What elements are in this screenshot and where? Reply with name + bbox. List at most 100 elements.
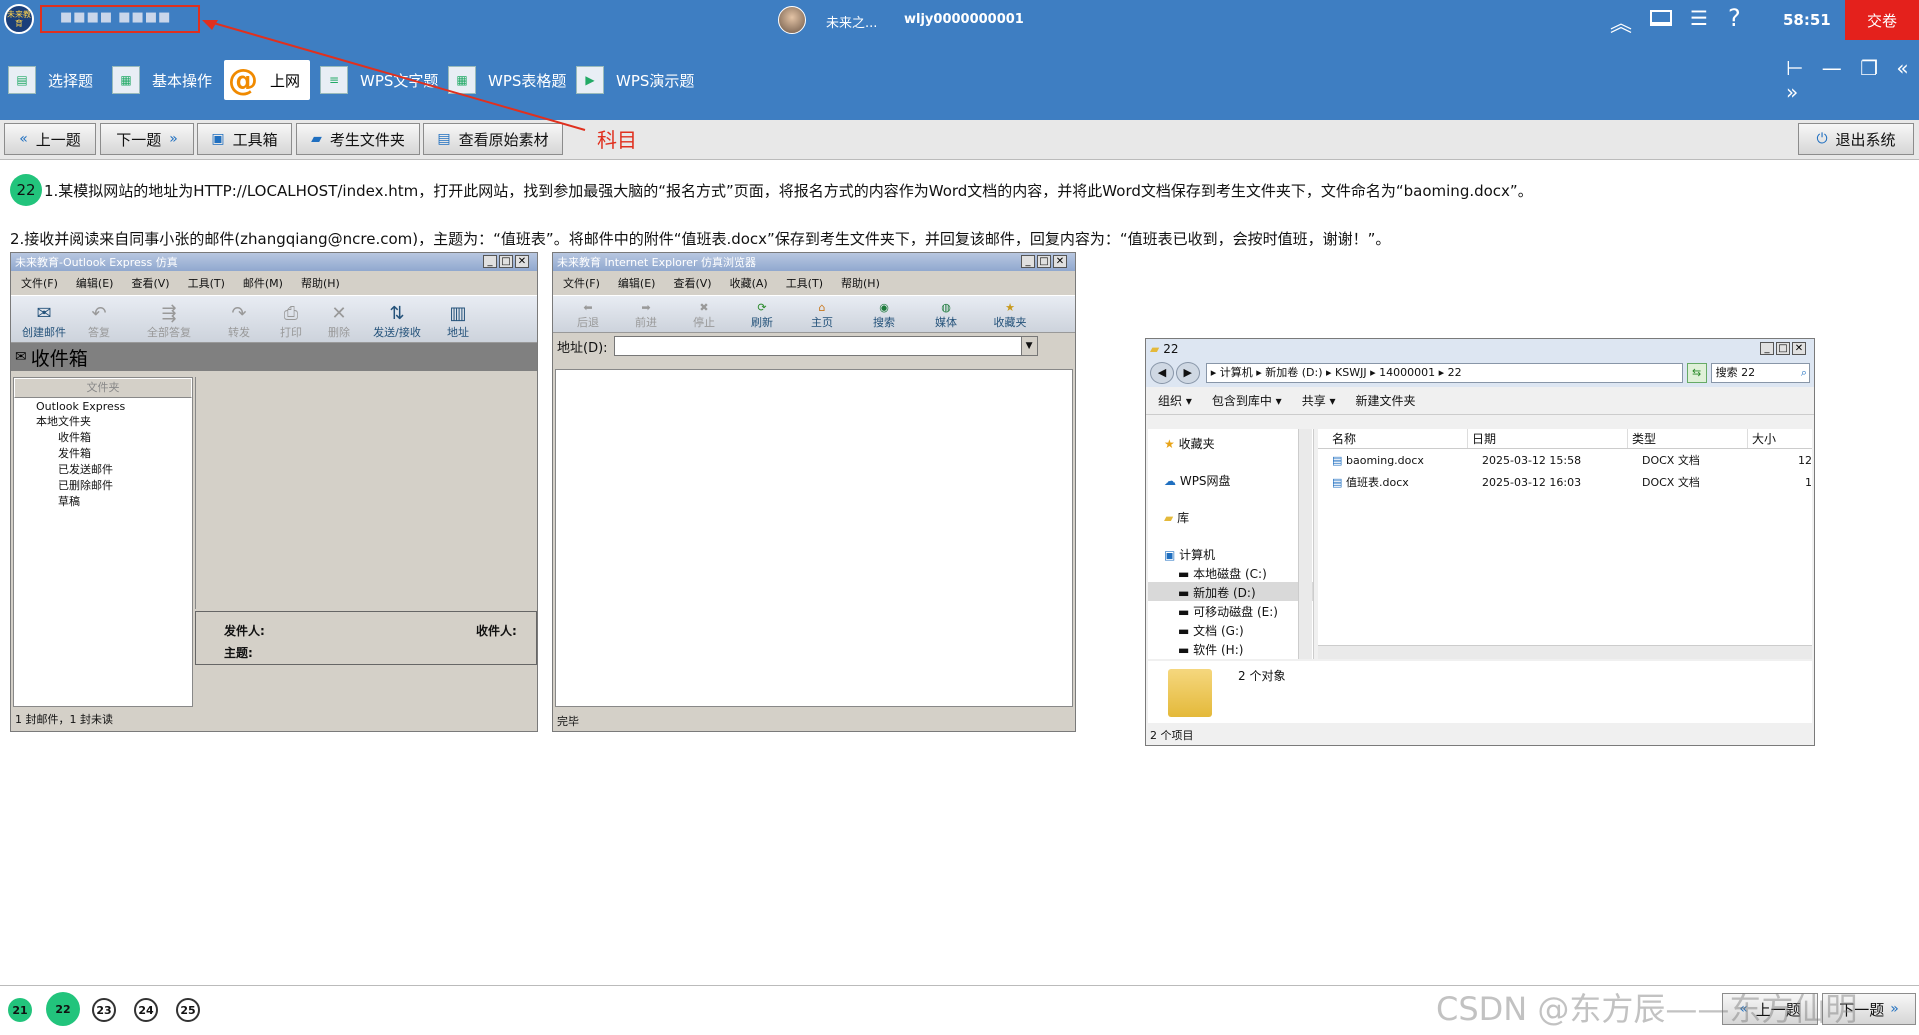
- nav-wps-cloud[interactable]: ☁ WPS网盘: [1148, 452, 1313, 489]
- computer-icon: ▣: [1164, 548, 1176, 562]
- tree-drafts[interactable]: 草稿: [14, 493, 192, 509]
- menu-help[interactable]: 帮助(H): [301, 275, 340, 291]
- file-row[interactable]: ▤ 值班表.docx 2025-03-12 16:03 DOCX 文档 1: [1318, 471, 1812, 493]
- share-button[interactable]: 共享 ▾: [1302, 392, 1336, 409]
- refresh-button[interactable]: ⟳ 刷新: [733, 301, 791, 330]
- organize-button[interactable]: 组织 ▾: [1158, 392, 1192, 409]
- question-nav-23[interactable]: 23: [92, 998, 116, 1022]
- address-book-button[interactable]: ▥ 地址: [433, 303, 483, 340]
- list-icon[interactable]: ☰: [1690, 6, 1708, 30]
- path-field[interactable]: ▸ 计算机 ▸ 新加卷 (D:) ▸ KSWJJ ▸ 14000001 ▸ 22: [1205, 363, 1683, 383]
- menu-tools[interactable]: 工具(T): [188, 275, 225, 291]
- column-name[interactable]: 名称: [1318, 429, 1468, 448]
- tree-inbox[interactable]: 收件箱: [14, 429, 192, 445]
- nav-drive-h-label: 软件 (H:): [1193, 643, 1244, 657]
- menu-favorites[interactable]: 收藏(A): [730, 275, 768, 291]
- menu-tools[interactable]: 工具(T): [786, 275, 823, 291]
- tree-local-folders[interactable]: 本地文件夹: [14, 413, 192, 429]
- menu-view[interactable]: 查看(V): [131, 275, 169, 291]
- minimize-button[interactable]: _: [1021, 255, 1035, 268]
- question-nav-25[interactable]: 25: [176, 998, 200, 1022]
- nav-favorites[interactable]: ★ 收藏夹: [1148, 429, 1313, 452]
- question-nav-21[interactable]: 21: [8, 998, 32, 1022]
- forward-button[interactable]: ➡ 前进: [617, 301, 675, 330]
- horizontal-scrollbar[interactable]: [1318, 645, 1812, 659]
- close-button[interactable]: ✕: [515, 255, 529, 268]
- nav-drive-c[interactable]: ▬ 本地磁盘 (C:): [1148, 563, 1313, 582]
- nav-drive-g[interactable]: ▬ 文档 (G:): [1148, 620, 1313, 639]
- media-button[interactable]: ◍ 媒体: [915, 301, 977, 330]
- search-button[interactable]: ◉ 搜索: [853, 301, 915, 330]
- address-input[interactable]: ▼: [613, 336, 1038, 356]
- message-list: [195, 377, 537, 609]
- question-number-badge: 22: [10, 174, 42, 206]
- question-nav-22[interactable]: 22: [46, 992, 80, 1026]
- column-size[interactable]: 大小: [1748, 429, 1808, 448]
- tree-outbox[interactable]: 发件箱: [14, 445, 192, 461]
- docx-icon: ▤: [1332, 475, 1343, 489]
- file-list-header: 名称 日期 类型 大小: [1318, 429, 1812, 449]
- collapse-icon[interactable]: ︽: [1610, 6, 1632, 38]
- column-type[interactable]: 类型: [1628, 429, 1748, 448]
- nav-drive-d[interactable]: ▬ 新加卷 (D:): [1148, 582, 1313, 601]
- favorites-button[interactable]: ★ 收藏夹: [977, 301, 1043, 330]
- menu-help[interactable]: 帮助(H): [841, 275, 880, 291]
- close-button[interactable]: ✕: [1053, 255, 1067, 268]
- nav-scrollbar[interactable]: [1298, 429, 1312, 659]
- help-icon[interactable]: ?: [1728, 4, 1741, 32]
- monitor-icon[interactable]: [1650, 10, 1672, 26]
- print-button[interactable]: ⎙ 打印: [265, 303, 317, 340]
- tree-outlook-express[interactable]: Outlook Express: [14, 400, 192, 413]
- folders-label-text: 文件夹: [86, 381, 120, 394]
- menu-edit[interactable]: 编辑(E): [76, 275, 114, 291]
- include-library-button[interactable]: 包含到库中 ▾: [1212, 392, 1282, 409]
- minimize-button[interactable]: _: [1760, 342, 1774, 355]
- home-button[interactable]: ⌂ 主页: [791, 301, 853, 330]
- refresh-icon[interactable]: ⇆: [1686, 363, 1707, 383]
- nav-computer[interactable]: ▣ 计算机: [1148, 526, 1313, 563]
- menu-mail[interactable]: 邮件(M): [243, 275, 283, 291]
- submit-button[interactable]: 交卷: [1845, 0, 1919, 40]
- tree-sent[interactable]: 已发送邮件: [14, 461, 192, 477]
- close-button[interactable]: ✕: [1792, 342, 1806, 355]
- column-date[interactable]: 日期: [1468, 429, 1628, 448]
- menu-file[interactable]: 文件(F): [563, 275, 600, 291]
- chevron-down-icon[interactable]: ▼: [1020, 337, 1037, 355]
- delete-button[interactable]: ✕ 删除: [317, 303, 361, 340]
- window-controls[interactable]: ⊢ — ❐ « »: [1786, 56, 1919, 104]
- exit-system-button[interactable]: ⏻ 退出系统: [1798, 123, 1914, 155]
- stop-button[interactable]: ✖ 停止: [675, 301, 733, 330]
- create-mail-button[interactable]: ✉ 创建邮件: [15, 303, 73, 340]
- nav-library[interactable]: ▰ 库: [1148, 489, 1313, 526]
- ie-menu: 文件(F) 编辑(E) 查看(V) 收藏(A) 工具(T) 帮助(H): [553, 271, 1075, 295]
- subject-label: 主题:: [224, 646, 253, 660]
- menu-view[interactable]: 查看(V): [673, 275, 711, 291]
- menu-file[interactable]: 文件(F): [21, 275, 58, 291]
- nav-number: 21: [12, 1003, 28, 1017]
- forward-button[interactable]: ↷ 转发: [213, 303, 265, 340]
- back-button[interactable]: ⬅ 后退: [559, 301, 617, 330]
- minimize-button[interactable]: _: [483, 255, 497, 268]
- search-field[interactable]: 搜索 22 ⌕: [1710, 363, 1810, 383]
- maximize-button[interactable]: □: [1037, 255, 1051, 268]
- new-folder-button[interactable]: 新建文件夹: [1356, 392, 1416, 409]
- nav-pane: ★ 收藏夹 ☁ WPS网盘 ▰ 库 ▣ 计算机 ▬ 本地磁盘 (C:) ▬ 新加…: [1148, 429, 1314, 659]
- maximize-button[interactable]: □: [499, 255, 513, 268]
- question-nav-24[interactable]: 24: [134, 998, 158, 1022]
- nav-number: 22: [55, 1002, 71, 1016]
- favorites-label: 收藏夹: [993, 316, 1027, 329]
- file-row[interactable]: ▤ baoming.docx 2025-03-12 15:58 DOCX 文档 …: [1318, 449, 1812, 471]
- menu-edit[interactable]: 编辑(E): [618, 275, 656, 291]
- tree-deleted[interactable]: 已删除邮件: [14, 477, 192, 493]
- nav-drive-h[interactable]: ▬ 软件 (H:): [1148, 639, 1313, 658]
- maximize-button[interactable]: □: [1776, 342, 1790, 355]
- send-receive-button[interactable]: ⇅ 发送/接收: [361, 303, 433, 340]
- reply-button[interactable]: ↶ 答复: [73, 303, 125, 340]
- nav-drive-e[interactable]: ▬ 可移动磁盘 (E:): [1148, 601, 1313, 620]
- reply-all-button[interactable]: ⇶ 全部答复: [125, 303, 213, 340]
- drive-icon: ▬: [1178, 586, 1190, 600]
- back-nav-icon[interactable]: ◀: [1150, 362, 1174, 384]
- forward-icon: ➡: [641, 301, 651, 314]
- forward-nav-icon[interactable]: ▶: [1175, 362, 1200, 384]
- submit-label: 交卷: [1866, 11, 1897, 30]
